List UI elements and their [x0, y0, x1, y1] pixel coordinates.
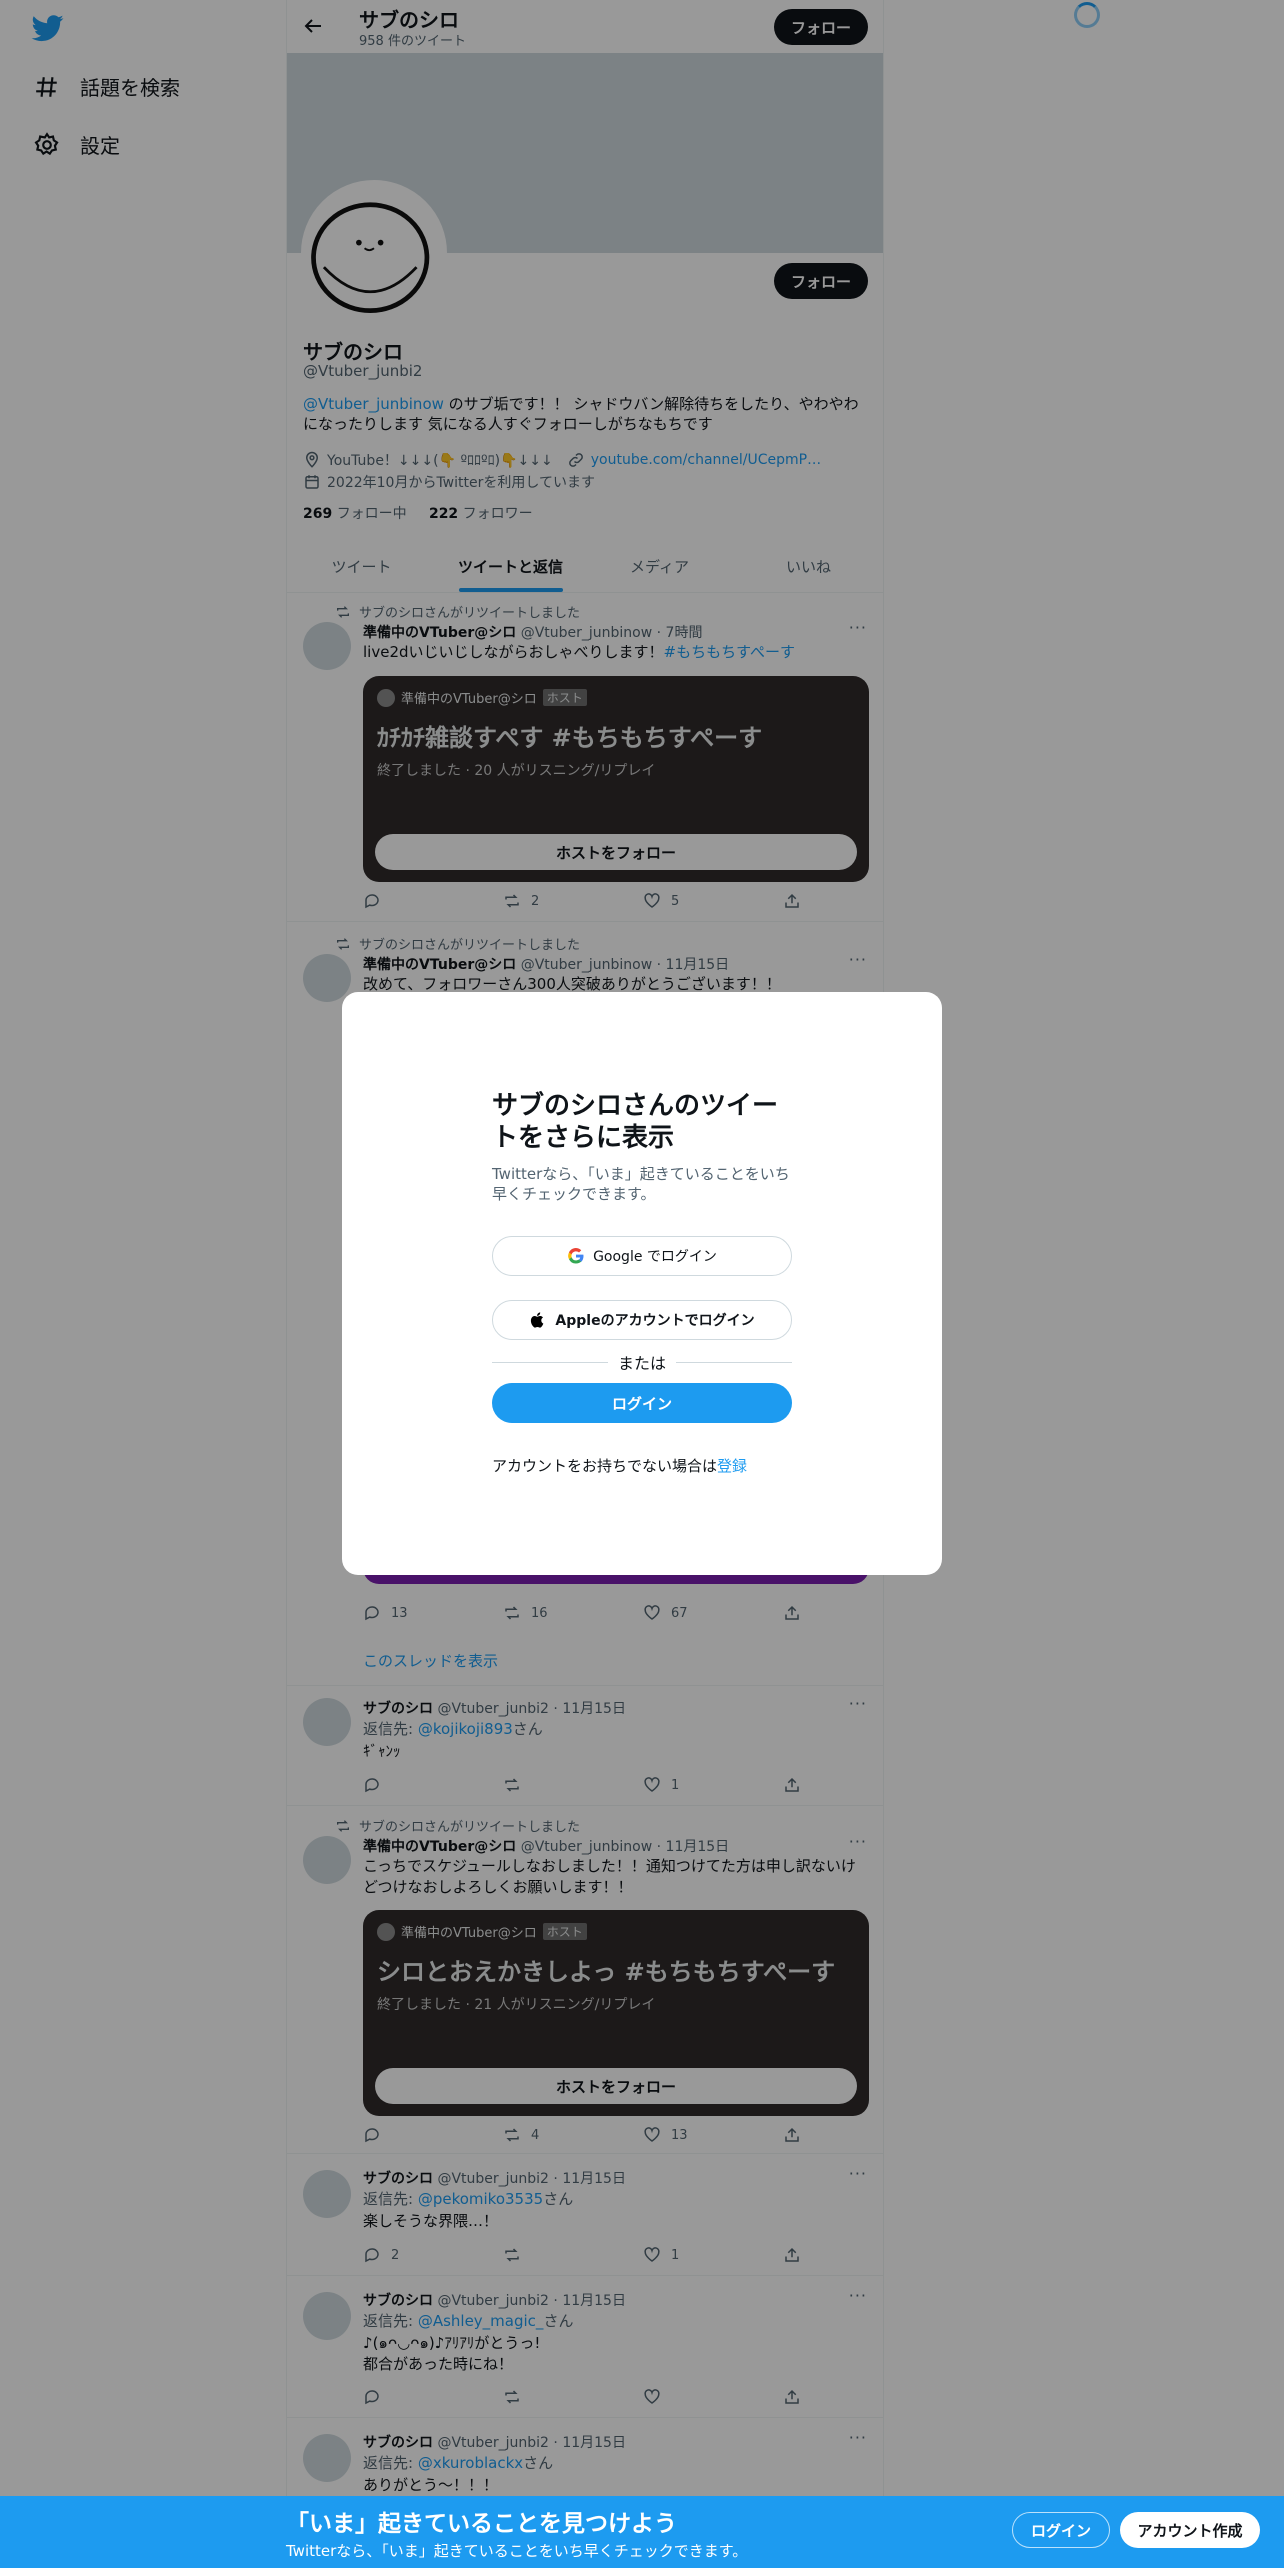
or-label: または [618, 1354, 667, 1373]
apple-icon [531, 1312, 544, 1328]
modal-subtitle: Twitterなら、「いま」起きていることをいち早くチェックできます。 [492, 1165, 790, 1203]
divider-line [492, 1361, 608, 1363]
bottom-signup-button[interactable]: アカウント作成 [1120, 2512, 1260, 2548]
or-divider: または [492, 1350, 793, 1374]
login-button[interactable]: ログイン [492, 1383, 792, 1423]
google-login-label: Google でログイン [593, 1249, 717, 1265]
divider-line [676, 1361, 793, 1363]
bottom-signup-bar: 「いま」起きていることを見つけよう Twitterなら、「いま」起きていることを… [0, 2496, 1284, 2568]
signup-prompt-text: アカウントをお持ちでない場合は [492, 1457, 718, 1475]
bottom-bar-subtitle: Twitterなら、「いま」起きていることをいち早くチェックできます。 [286, 2542, 748, 2560]
apple-login-button[interactable]: Appleのアカウントでログイン [492, 1300, 792, 1340]
modal-title: サブのシロさんのツイートをさらに表示 [492, 1091, 779, 1153]
google-login-button[interactable]: Google でログイン [492, 1236, 792, 1276]
signup-link[interactable]: 登録 [717, 1457, 747, 1475]
bottom-login-button[interactable]: ログイン [1012, 2512, 1110, 2548]
signup-prompt: アカウントをお持ちでない場合は登録 [492, 1455, 747, 1476]
bottom-bar-title: 「いま」起きていることを見つけよう [286, 2511, 677, 2537]
google-icon [568, 1247, 584, 1264]
login-modal: サブのシロさんのツイートをさらに表示 Twitterなら、「いま」起きていること… [342, 992, 942, 1575]
apple-login-label: Appleのアカウントでログイン [555, 1313, 755, 1329]
